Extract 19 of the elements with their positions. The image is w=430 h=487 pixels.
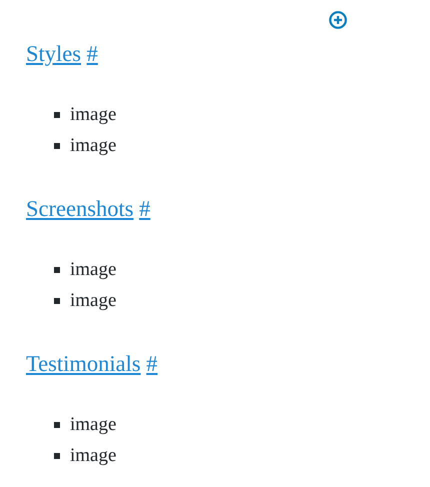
list-item-text: image <box>70 104 116 126</box>
list-item-text: image <box>70 134 116 156</box>
bullet-icon <box>54 112 60 118</box>
bullet-icon <box>54 452 60 458</box>
list-item-text: image <box>70 290 116 312</box>
list-item-text: image <box>70 258 116 280</box>
anchor-link[interactable]: # <box>139 196 150 221</box>
bullet-icon <box>54 142 60 148</box>
list-item-text: image <box>70 414 116 436</box>
bullet-icon <box>54 266 60 272</box>
list-item-text: image <box>70 444 116 466</box>
bullet-icon <box>54 298 60 304</box>
anchor-link[interactable]: # <box>146 351 158 376</box>
bullet-icon <box>54 422 60 428</box>
anchor-link[interactable]: # <box>86 41 98 66</box>
section-heading-link[interactable]: Styles <box>26 41 82 66</box>
add-icon[interactable] <box>329 11 347 29</box>
section-heading-link[interactable]: Testimonials <box>26 351 141 376</box>
section-heading-link[interactable]: Screenshots <box>26 196 134 221</box>
